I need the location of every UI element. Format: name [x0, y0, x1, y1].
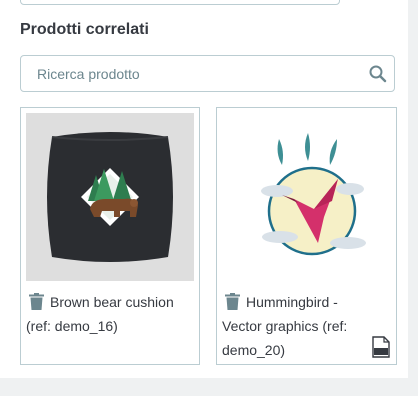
related-product-card: Brown bear cushion (ref: demo_16) — [20, 107, 200, 365]
previous-input-field[interactable] — [20, 0, 340, 5]
hummingbird-image — [261, 133, 366, 256]
product-reference: (ref: demo_16) — [26, 318, 118, 334]
page-gutter-right — [408, 0, 418, 396]
product-search-box — [20, 55, 395, 92]
section-title: Prodotti correlati — [20, 21, 149, 38]
product-reference: (ref: — [322, 318, 348, 334]
trash-icon[interactable] — [29, 293, 44, 310]
product-name: Brown bear cushion — [50, 294, 174, 310]
trash-icon[interactable] — [225, 293, 240, 310]
page-gutter-bottom — [0, 378, 418, 396]
product-info: Hummingbird - Vector graphics (ref: demo… — [222, 290, 392, 362]
product-name-line-2: Vector graphics — [222, 318, 319, 334]
related-product-card: Hummingbird - Vector graphics (ref: demo… — [216, 107, 397, 365]
bear-cushion-image — [47, 132, 173, 262]
product-thumbnail — [222, 113, 390, 281]
search-icon[interactable] — [368, 64, 388, 84]
product-reference-line-2: demo_20) — [222, 342, 286, 358]
product-info: Brown bear cushion (ref: demo_16) — [26, 290, 196, 338]
product-thumbnail — [26, 113, 194, 281]
product-search-input[interactable] — [22, 57, 362, 90]
product-name: Hummingbird - — [246, 294, 338, 310]
